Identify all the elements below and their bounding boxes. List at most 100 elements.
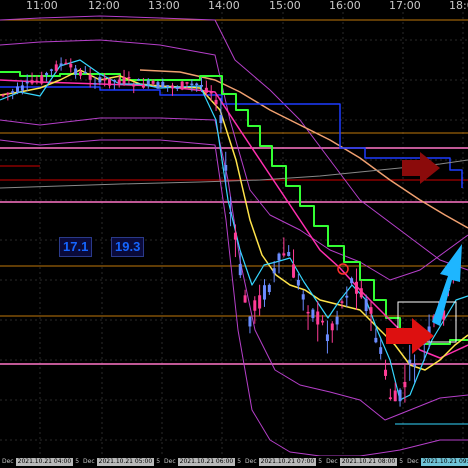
candle-body: [204, 87, 208, 93]
candle-body: [25, 81, 29, 84]
candle-body: [384, 369, 388, 376]
candle-body: [229, 212, 233, 214]
candle-body: [277, 253, 281, 261]
x-tick-label: 14:00: [208, 0, 240, 12]
date-strip-label: 5: [399, 458, 404, 465]
candle-body: [74, 68, 78, 75]
candle-body: [6, 92, 10, 95]
candle-body: [78, 71, 82, 76]
candle-body: [40, 75, 44, 84]
candle-body: [93, 83, 97, 85]
x-tick-label: 15:00: [269, 0, 301, 12]
candle-body: [359, 288, 363, 298]
chart-window: 11:00 12:00 13:00 14:00 15:00 16:00 17:00 18:00…: [0, 0, 468, 468]
arrow-darkred-icon: [402, 152, 440, 184]
candle-body: [316, 311, 320, 325]
candle-body: [151, 80, 155, 84]
candle-body: [345, 295, 349, 298]
candle-body: [306, 311, 310, 314]
candle-body: [112, 79, 116, 82]
step-line-blue: [0, 86, 463, 188]
candle-body: [296, 279, 300, 286]
date-tag[interactable]: 2021.10.21 07:00: [258, 458, 317, 466]
band-lower-outer: [0, 139, 468, 457]
candle-body: [83, 72, 87, 74]
date-strip-label: Dec: [245, 458, 257, 465]
candle-body: [403, 381, 407, 388]
candle-body: [374, 337, 378, 343]
candle-body: [321, 320, 325, 323]
candle-body: [364, 299, 368, 312]
candle-body: [219, 114, 223, 124]
candle-body: [393, 390, 397, 402]
candle-body: [330, 323, 334, 331]
candle-body: [161, 81, 165, 88]
candle-body: [408, 359, 412, 364]
candle-body: [311, 309, 315, 319]
candle-body: [224, 164, 228, 171]
candle-body: [214, 99, 218, 105]
candle-body: [1, 94, 5, 97]
date-tag[interactable]: 2021.10.21 05:00: [96, 458, 155, 466]
candle-body: [209, 91, 213, 94]
date-tag[interactable]: 2021.10.21 09:00: [420, 458, 468, 466]
candle-body: [146, 80, 150, 85]
candle-body: [166, 85, 170, 87]
candle-body: [340, 301, 344, 303]
date-strip-label: Dec: [83, 458, 95, 465]
candle-body: [258, 295, 262, 309]
candle-body: [262, 285, 266, 300]
candle-body: [45, 73, 49, 76]
date-strip-label: Dec: [2, 458, 14, 465]
value-box-2: 19.3: [111, 237, 145, 257]
x-axis-ticks: 11:00 12:00 13:00 14:00 15:00 16:00 17:00 18:00: [26, 0, 468, 12]
date-strip-label: Dec: [326, 458, 338, 465]
candle-body: [190, 83, 194, 86]
candle-body: [127, 77, 131, 79]
candle-body: [413, 364, 417, 367]
candle-body: [267, 284, 271, 293]
candle-body: [30, 80, 34, 84]
candle-body: [59, 63, 63, 66]
candle-body: [20, 85, 24, 91]
candle-body: [272, 268, 276, 274]
candle-body: [243, 295, 247, 303]
candle-body: [325, 334, 329, 342]
candle-body: [253, 300, 257, 311]
x-tick-label: 17:00: [389, 0, 421, 12]
candle-body: [69, 63, 73, 68]
candle-body: [200, 85, 204, 87]
candle-body: [98, 77, 102, 83]
date-strip: Dec 2021.10.21 04:00 5 Dec 2021.10.21 05:00 5…: [0, 456, 468, 468]
date-strip-label: Dec: [164, 458, 176, 465]
date-tag[interactable]: 2021.10.21 06:00: [177, 458, 236, 466]
candle-body: [287, 251, 291, 256]
candle-body: [301, 294, 305, 300]
band-upper-outer: [0, 15, 468, 271]
candle-body: [248, 316, 252, 327]
date-strip-label: 5: [237, 458, 242, 465]
date-strip-label: 5: [318, 458, 323, 465]
candle-body: [103, 78, 107, 81]
candle-body: [117, 79, 121, 84]
candle-body: [156, 82, 160, 89]
candle-body: [233, 232, 237, 240]
ma-orange: [139, 69, 468, 229]
candle-body: [335, 316, 339, 325]
candle-body: [35, 80, 39, 83]
x-tick-label: 12:00: [88, 0, 120, 12]
candle-body: [88, 74, 92, 80]
ma-grey: [0, 159, 468, 189]
price-chart[interactable]: 11:00 12:00 13:00 14:00 15:00 16:00 17:00 18:00: [0, 0, 468, 468]
x-tick-label: 11:00: [26, 0, 58, 12]
candle-body: [292, 264, 296, 278]
date-tag[interactable]: 2021.10.21 08:00: [339, 458, 398, 466]
date-strip-label: Dec: [407, 458, 419, 465]
candle-body: [185, 82, 189, 84]
candle-body: [350, 278, 354, 284]
candle-body: [170, 85, 174, 89]
date-tag[interactable]: 2021.10.21 04:00: [15, 458, 74, 466]
candle-body: [11, 91, 15, 93]
candle-body: [49, 69, 53, 71]
arrow-cyan-icon: [432, 244, 462, 326]
